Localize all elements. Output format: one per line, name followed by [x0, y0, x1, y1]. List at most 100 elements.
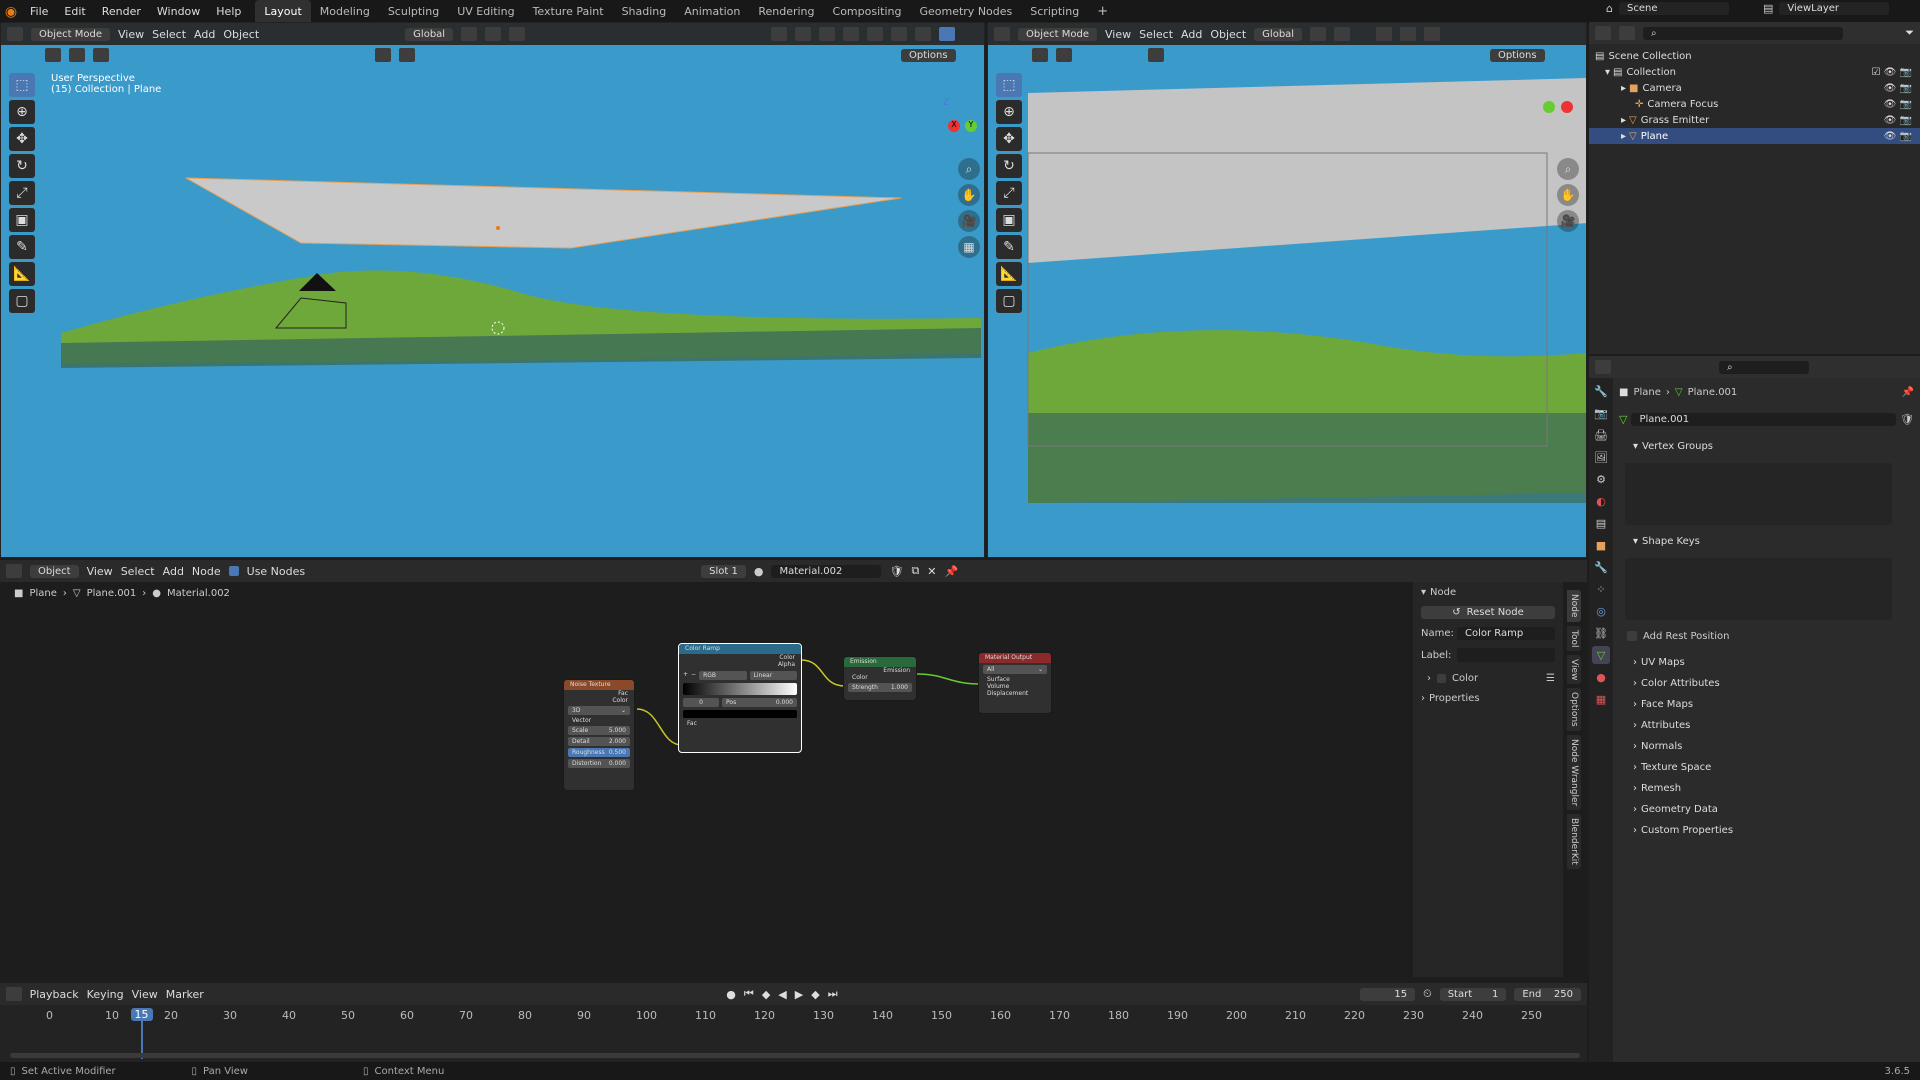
list-icon[interactable]: ☰ — [1546, 673, 1555, 684]
remove-stop-icon[interactable]: − — [691, 671, 696, 680]
dimension-selector[interactable]: 3D ⌄ — [568, 706, 630, 715]
scale-field[interactable]: Scale 5.000 — [568, 726, 630, 735]
panel-custom-properties[interactable]: › Custom Properties — [1619, 820, 1914, 841]
strength-field[interactable]: Strength 1.000 — [848, 683, 912, 692]
tab-node[interactable]: Node — [1567, 590, 1581, 622]
blender-logo-icon[interactable]: ◉ — [0, 1, 22, 23]
fake-user-icon[interactable]: 🛡 — [1900, 413, 1914, 426]
menu-help[interactable]: Help — [208, 0, 249, 24]
end-frame-field[interactable]: End 250 — [1514, 987, 1581, 1001]
add-workspace-icon[interactable]: + — [1088, 0, 1117, 24]
stop-index-field[interactable]: 0 — [683, 698, 719, 707]
node-material-output[interactable]: Material Output All ⌄ Surface Volume Disp… — [978, 652, 1052, 714]
tab-blenderkit[interactable]: BlenderKit — [1567, 814, 1581, 870]
node-editor[interactable]: Object View Select Add Node Use Nodes Sl… — [0, 560, 1587, 980]
zoom-icon[interactable]: ⌕ — [958, 158, 980, 180]
color-checkbox[interactable] — [1437, 673, 1446, 683]
outliner-row-plane[interactable]: ▸ ▽ Plane 👁 📷 — [1589, 128, 1920, 144]
shape-keys-list[interactable] — [1625, 558, 1892, 620]
constraints-tab-icon[interactable]: ⛓ — [1592, 624, 1610, 642]
panel-texture-space[interactable]: › Texture Space — [1619, 757, 1914, 778]
zoom-icon[interactable]: ⌕ — [1557, 158, 1579, 180]
collection-tab-icon[interactable]: ▤ — [1592, 514, 1610, 532]
visibility-toggles-icon[interactable]: 👁 📷 — [1884, 131, 1912, 142]
scene-tab-icon[interactable]: ⚙ — [1592, 470, 1610, 488]
gizmo-y-icon[interactable]: Y — [965, 120, 977, 132]
tab-view[interactable]: View — [1567, 654, 1581, 685]
object-tab-icon[interactable]: ■ — [1592, 536, 1610, 554]
visibility-toggles-icon[interactable]: 👁 📷 — [1884, 83, 1912, 94]
tab-rendering[interactable]: Rendering — [749, 0, 823, 24]
panel-face-maps[interactable]: › Face Maps — [1619, 694, 1914, 715]
data-tab-icon[interactable]: ▽ — [1592, 646, 1610, 664]
visibility-toggles-icon[interactable]: 👁 📷 — [1884, 99, 1912, 110]
node-color-ramp[interactable]: Color Ramp Color Alpha + − RGB Linear 0 … — [678, 643, 802, 753]
menu-render[interactable]: Render — [94, 0, 149, 24]
scene-selector[interactable]: Scene — [1618, 2, 1729, 15]
stop-pos-field[interactable]: Pos 0.000 — [722, 698, 797, 707]
scene-icon[interactable]: ⌂ — [1606, 2, 1613, 15]
menu-playback[interactable]: Playback — [30, 988, 79, 1001]
tool-tab-icon[interactable]: 🔧 — [1592, 382, 1610, 400]
node-ramp-title[interactable]: Color Ramp — [679, 644, 801, 654]
color-ramp-gradient[interactable] — [683, 683, 797, 695]
roughness-field[interactable]: Roughness 0.500 — [568, 748, 630, 757]
interpolation-selector[interactable]: Linear — [749, 671, 797, 680]
menu-file[interactable]: File — [22, 0, 56, 24]
camera-view-icon[interactable]: 🎥 — [1557, 210, 1579, 232]
editor-type-icon[interactable] — [1595, 26, 1611, 40]
timeline-ruler[interactable]: 0 10 20 30 40 50 60 70 80 90 100 110 120 130 140 150 160… — [0, 1009, 1587, 1025]
texture-tab-icon[interactable]: ▦ — [1592, 690, 1610, 708]
panel-geometry-data[interactable]: › Geometry Data — [1619, 799, 1914, 820]
collapse-arrow-icon[interactable]: › — [1421, 693, 1425, 704]
timeline-scrollbar[interactable] — [10, 1053, 1580, 1058]
current-frame-field[interactable]: 15 — [1360, 987, 1416, 1001]
node-name-field[interactable]: Color Ramp — [1457, 627, 1555, 640]
properties-search-input[interactable]: ⌕ — [1719, 360, 1809, 374]
add-stop-icon[interactable]: + — [683, 671, 688, 680]
particles-tab-icon[interactable]: ⁘ — [1592, 580, 1610, 598]
detail-field[interactable]: Detail 2.000 — [568, 737, 630, 746]
node-emission-title[interactable]: Emission — [844, 657, 916, 667]
jump-keyframe-back-icon[interactable]: ◆ — [762, 988, 770, 1001]
node-emission[interactable]: Emission Emission Color Strength 1.000 — [843, 656, 917, 701]
material-tab-icon[interactable]: ● — [1592, 668, 1610, 686]
outliner-row-grass-emitter[interactable]: ▸ ▽ Grass Emitter 👁 📷 — [1595, 112, 1920, 128]
editor-type-icon[interactable] — [1595, 360, 1611, 374]
output-target-selector[interactable]: All ⌄ — [983, 665, 1047, 674]
panel-remesh[interactable]: › Remesh — [1619, 778, 1914, 799]
panel-normals[interactable]: › Normals — [1619, 736, 1914, 757]
tab-compositing[interactable]: Compositing — [824, 0, 911, 24]
vertex-groups-list[interactable] — [1625, 463, 1892, 525]
menu-view[interactable]: View — [132, 988, 158, 1001]
play-icon[interactable]: ▶ — [795, 988, 803, 1001]
expand-arrow-icon[interactable]: ▸ — [1621, 131, 1626, 142]
play-reverse-icon[interactable]: ◀ — [778, 988, 786, 1001]
expand-arrow-icon[interactable]: ▸ — [1621, 115, 1626, 126]
tab-uv-editing[interactable]: UV Editing — [448, 0, 523, 24]
stop-color-swatch[interactable] — [683, 710, 797, 718]
menu-edit[interactable]: Edit — [56, 0, 93, 24]
output-tab-icon[interactable]: 🖨 — [1592, 426, 1610, 444]
display-mode-icon[interactable] — [1619, 26, 1635, 40]
outliner-row-collection[interactable]: ▾ ▤ Collection ☑ 👁 📷 — [1595, 64, 1920, 80]
physics-tab-icon[interactable]: ◎ — [1592, 602, 1610, 620]
gizmo-x-icon[interactable] — [1561, 101, 1573, 113]
tab-node-wrangler[interactable]: Node Wrangler — [1567, 735, 1581, 811]
gizmo-x-icon[interactable]: X — [948, 120, 960, 132]
node-noise-title[interactable]: Noise Texture — [564, 680, 634, 690]
menu-keying[interactable]: Keying — [87, 988, 124, 1001]
visibility-toggles-icon[interactable]: 👁 📷 — [1884, 115, 1912, 126]
tab-options[interactable]: Options — [1567, 688, 1581, 732]
tab-shading[interactable]: Shading — [613, 0, 676, 24]
playhead-frame-label[interactable]: 15 — [130, 1008, 153, 1021]
gizmo-y-icon[interactable] — [1543, 101, 1555, 113]
world-tab-icon[interactable]: ◐ — [1592, 492, 1610, 510]
expand-arrow-icon[interactable]: ▾ — [1421, 587, 1426, 598]
tab-sculpting[interactable]: Sculpting — [379, 0, 448, 24]
node-label-field[interactable] — [1457, 648, 1555, 662]
record-icon[interactable]: ● — [726, 988, 736, 1001]
jump-end-icon[interactable]: ⏭ — [828, 987, 838, 1001]
mesh-name-field[interactable]: Plane.001 — [1631, 412, 1897, 426]
view-layer-icon[interactable]: ▤ — [1763, 2, 1773, 15]
